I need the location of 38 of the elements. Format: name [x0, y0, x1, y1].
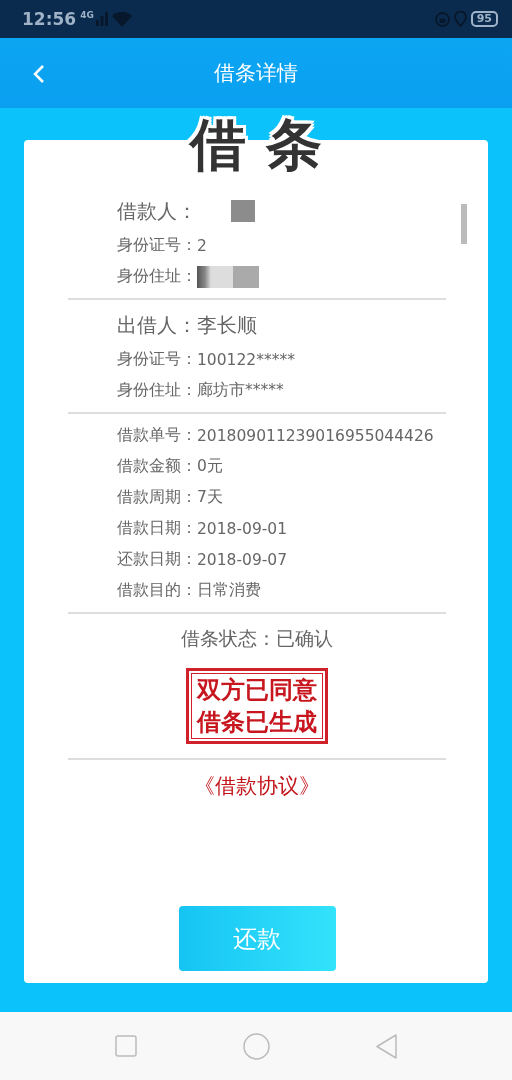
- approval-stamp: 双方已同意 借条已生成: [186, 668, 328, 744]
- field-value: 2: [197, 236, 207, 255]
- network-type: 4G: [80, 10, 94, 20]
- battery-level: 95: [470, 11, 498, 27]
- field-label: 借款单号：: [117, 425, 197, 446]
- field-value: 2018-09-01: [197, 519, 288, 538]
- field-label: 身份住址：: [117, 380, 197, 401]
- field-value: 0元: [197, 456, 223, 477]
- field-value: 日常消费: [197, 580, 261, 601]
- field-label: 借款目的：: [117, 580, 197, 601]
- field-value: 7天: [197, 487, 223, 508]
- lock-icon: [434, 11, 450, 27]
- field-value: 廊坊市*****: [197, 380, 284, 401]
- wifi-icon: [111, 11, 132, 27]
- field-label: 借款日期：: [117, 518, 197, 539]
- field-label: 身份证号：: [117, 349, 197, 370]
- field-label: 借款人：: [117, 197, 197, 225]
- home-button[interactable]: [242, 1032, 270, 1060]
- field-value: 李长顺: [197, 311, 257, 339]
- location-icon: [453, 11, 467, 27]
- field-value: 100122*****: [197, 350, 295, 369]
- field-value: 2018-09-07: [197, 550, 288, 569]
- signal-icon: [95, 12, 108, 26]
- field-value: 201809011239016955044426: [197, 426, 434, 445]
- field-label: 身份证号：: [117, 235, 197, 256]
- clock: 12:56: [22, 9, 77, 29]
- back-icon: [32, 64, 46, 84]
- recents-button[interactable]: [114, 1035, 137, 1057]
- page-title: 借条详情: [214, 60, 298, 87]
- back-button[interactable]: [375, 1033, 398, 1059]
- scrollbar: [461, 204, 467, 244]
- field-label: 身份住址：: [117, 266, 197, 287]
- field-label: 借款周期：: [117, 487, 197, 508]
- agreement-link[interactable]: 《借款协议》: [194, 772, 320, 800]
- field-label: 还款日期：: [117, 549, 197, 570]
- loan-status: 借条状态：已确认: [181, 626, 333, 651]
- field-label: 借款金额：: [117, 456, 197, 477]
- field-label: 出借人：: [117, 311, 197, 339]
